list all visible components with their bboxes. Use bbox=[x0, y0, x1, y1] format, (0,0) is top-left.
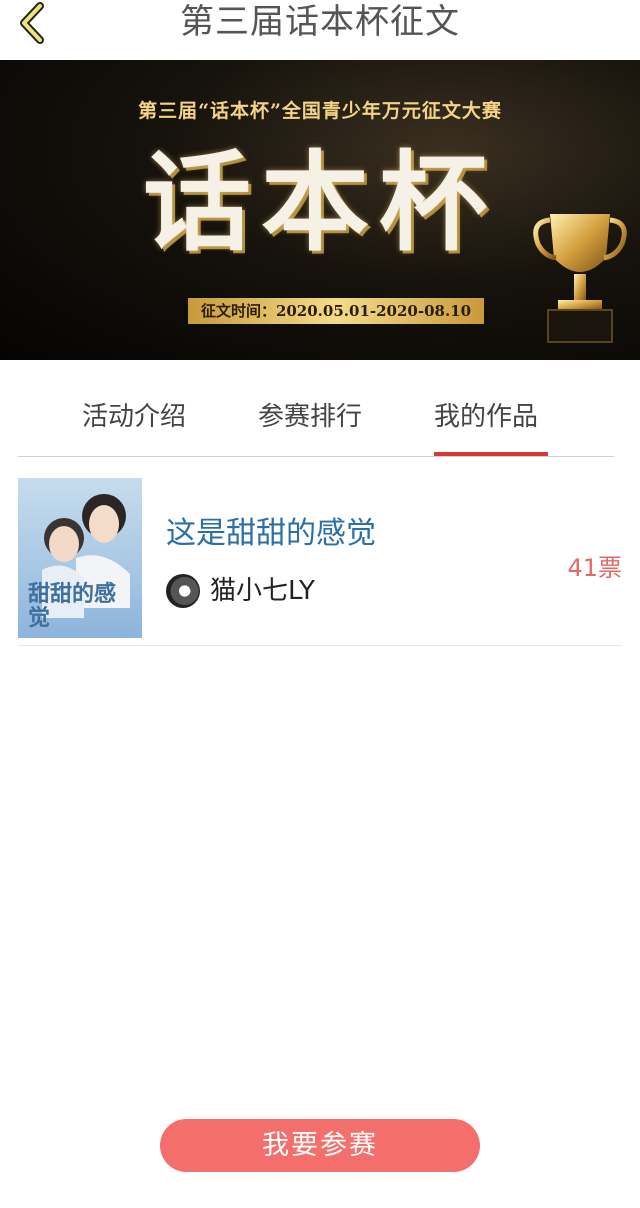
vote-count: 41票 bbox=[567, 554, 622, 582]
contest-banner: 第三届“话本杯”全国青少年万元征文大赛 话本杯 征文时间：2020.05.01-… bbox=[0, 60, 640, 360]
page-title: 第三届话本杯征文 bbox=[180, 2, 460, 42]
top-bar: 第三届话本杯征文 bbox=[0, 0, 640, 60]
tab-bar: 活动介绍 参赛排行 我的作品 bbox=[18, 360, 614, 457]
tab-my-works[interactable]: 我的作品 bbox=[434, 396, 538, 433]
cover-title-text: 甜甜的感觉 bbox=[28, 581, 117, 631]
tab-activity-intro[interactable]: 活动介绍 bbox=[82, 396, 186, 433]
work-title[interactable]: 这是甜甜的感觉 bbox=[166, 508, 376, 552]
work-cover-image: 甜甜的感觉 bbox=[18, 478, 142, 638]
banner-subtitle: 第三届“话本杯”全国青少年万元征文大赛 bbox=[138, 100, 502, 122]
list-item[interactable]: 甜甜的感觉 这是甜甜的感觉 猫小七LY 41票 bbox=[18, 478, 622, 646]
banner-date: 征文时间：2020.05.01-2020-08.10 bbox=[188, 298, 484, 324]
join-contest-button[interactable]: 我要参赛 bbox=[160, 1119, 480, 1172]
tab-ranking[interactable]: 参赛排行 bbox=[258, 396, 362, 433]
avatar bbox=[166, 574, 200, 608]
author-name: 猫小七LY bbox=[210, 576, 315, 606]
trophy-icon bbox=[533, 214, 627, 343]
active-tab-indicator bbox=[434, 452, 548, 456]
